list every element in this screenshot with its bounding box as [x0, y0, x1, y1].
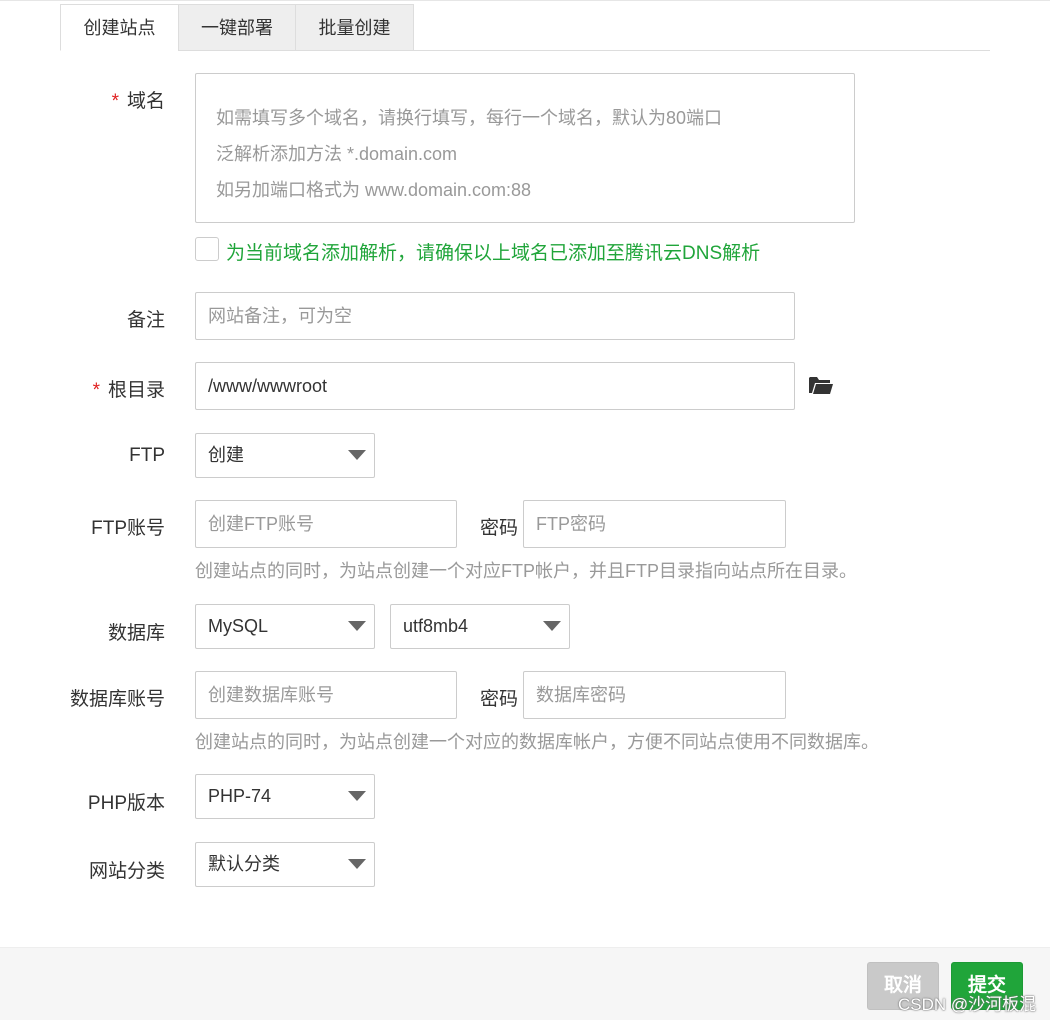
database-charset-select[interactable]: utf8mb4 [390, 604, 570, 649]
category-value: 默认分类 [208, 854, 280, 874]
caret-down-icon [348, 450, 366, 460]
domain-placeholder-line: 如另加端口格式为 www.domain.com:88 [216, 180, 532, 200]
remark-label: 备注 [126, 310, 165, 331]
required-mark: * [92, 380, 100, 401]
domain-label-text: 域名 [126, 91, 165, 112]
tab-bar: 创建站点 一键部署 批量创建 [60, 4, 990, 51]
ftp-password-input[interactable]: FTP密码 [523, 500, 786, 548]
domain-placeholder-line: 如需填写多个域名，请换行填写，每行一个域名，默认为80端口 [216, 108, 723, 128]
required-mark: * [111, 91, 119, 112]
category-select[interactable]: 默认分类 [195, 842, 375, 887]
top-divider [0, 0, 1050, 1]
php-label: PHP版本 [87, 793, 165, 814]
database-type-value: MySQL [208, 616, 269, 636]
root-label-text: 根目录 [107, 380, 165, 401]
folder-open-icon[interactable] [808, 374, 834, 396]
database-label: 数据库 [107, 623, 165, 644]
php-version-value: PHP-74 [208, 786, 272, 806]
caret-down-icon [348, 859, 366, 869]
tab-batch-create[interactable]: 批量创建 [295, 4, 414, 51]
database-charset-value: utf8mb4 [403, 616, 469, 636]
db-hint: 创建站点的同时，为站点创建一个对应的数据库帐户，方便不同站点使用不同数据库。 [195, 732, 879, 752]
caret-down-icon [348, 791, 366, 801]
ftp-account-input[interactable]: 创建FTP账号 [195, 500, 457, 548]
domain-placeholder-line: 泛解析添加方法 *.domain.com [216, 144, 458, 164]
remark-input[interactable]: 网站备注，可为空 [195, 292, 795, 340]
dns-resolve-checkbox[interactable] [195, 237, 219, 261]
ftp-password-label: 密码 [480, 518, 519, 539]
root-label: * 根目录 [0, 375, 165, 402]
domain-textarea[interactable]: 如需填写多个域名，请换行填写，每行一个域名，默认为80端口 泛解析添加方法 *.… [195, 73, 855, 223]
ftp-label: FTP [129, 445, 165, 466]
db-account-input[interactable]: 创建数据库账号 [195, 671, 457, 719]
watermark: CSDN @沙河板混 [898, 995, 1037, 1014]
tab-one-click-deploy[interactable]: 一键部署 [178, 4, 296, 51]
ftp-select[interactable]: 创建 [195, 433, 375, 478]
database-type-select[interactable]: MySQL [195, 604, 375, 649]
caret-down-icon [543, 621, 561, 631]
php-version-select[interactable]: PHP-74 [195, 774, 375, 819]
db-password-label: 密码 [480, 689, 519, 710]
ftp-account-label: FTP账号 [91, 518, 165, 539]
ftp-selected-value: 创建 [208, 445, 244, 465]
db-account-label: 数据库账号 [69, 689, 165, 710]
category-label: 网站分类 [88, 861, 165, 882]
tab-create-site[interactable]: 创建站点 [60, 4, 179, 51]
domain-label: * 域名 [0, 86, 165, 113]
db-password-input[interactable]: 数据库密码 [523, 671, 786, 719]
dns-resolve-label[interactable]: 为当前域名添加解析，请确保以上域名已添加至腾讯云DNS解析 [226, 238, 760, 265]
caret-down-icon [348, 621, 366, 631]
root-directory-input[interactable]: /www/wwwroot [195, 362, 795, 410]
ftp-hint: 创建站点的同时，为站点创建一个对应FTP帐户，并且FTP目录指向站点所在目录。 [195, 561, 857, 581]
